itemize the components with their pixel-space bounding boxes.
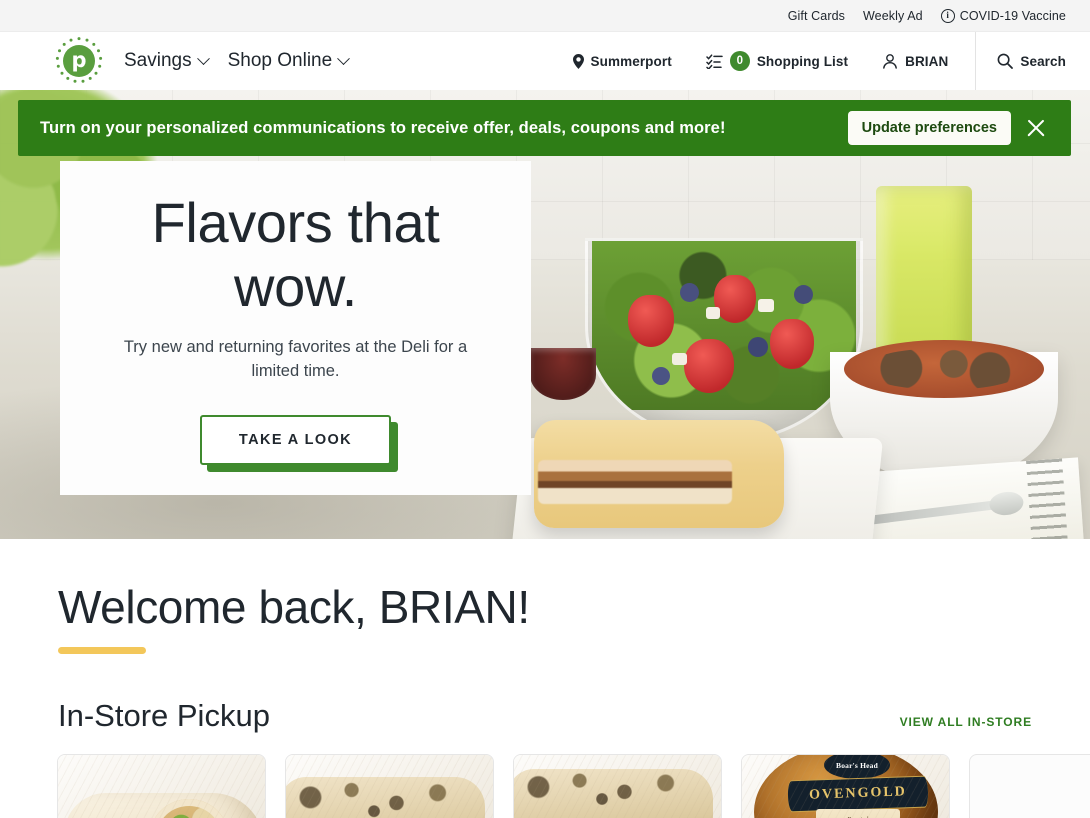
nav-divider xyxy=(975,32,977,90)
utility-link-covid-vaccine[interactable]: i COVID-19 Vaccine xyxy=(940,8,1066,23)
store-selector[interactable]: Summerport xyxy=(556,53,689,69)
welcome-greeting: Welcome back, BRIAN! xyxy=(58,581,530,633)
product-line-name: OVENGOLD xyxy=(808,784,908,803)
wrap-cross-section-art xyxy=(150,799,228,818)
blueberry xyxy=(794,285,813,304)
nav-menus: Savings Shop Online xyxy=(124,50,351,72)
turkey-breast-art: Boar's Head OVENGOLD Roasted Breast of T… xyxy=(754,755,938,818)
take-a-look-button[interactable]: TAKE A LOOK xyxy=(199,415,392,466)
user-icon xyxy=(883,54,898,69)
welcome-section: Welcome back, BRIAN! xyxy=(0,539,1090,655)
main-navigation: p Savings Shop Online Summerport 0 Shopp… xyxy=(0,32,1090,90)
account-name: BRIAN xyxy=(905,53,949,69)
search-label: Search xyxy=(1020,53,1066,69)
utility-link-gift-cards[interactable]: Gift Cards xyxy=(788,9,845,23)
product-card-next[interactable] xyxy=(969,754,1090,818)
dressing-cup-photo xyxy=(530,348,596,400)
hero-title: Flavors that wow. xyxy=(151,190,440,318)
product-card-italian-sub[interactable] xyxy=(285,754,494,818)
shopping-list-count-badge: 0 xyxy=(729,51,750,71)
shopping-list-label: Shopping List xyxy=(756,53,849,69)
product-card-boars-head-ovengold-turkey[interactable]: Boar's Head OVENGOLD Roasted Breast of T… xyxy=(741,754,950,818)
product-image: Boar's Head OVENGOLD Roasted Breast of T… xyxy=(742,755,949,818)
location-pin-icon xyxy=(572,53,584,69)
view-all-in-store-link[interactable]: VIEW ALL IN-STORE xyxy=(900,715,1032,734)
in-store-pickup-header: In-Store Pickup VIEW ALL IN-STORE xyxy=(0,698,1090,734)
tortilla-wrap-art xyxy=(64,793,264,818)
product-image xyxy=(58,755,265,818)
lemonade-glass-photo xyxy=(876,186,972,366)
list-icon xyxy=(706,53,723,69)
product-image xyxy=(970,755,1090,818)
logo-mark: p xyxy=(63,45,95,77)
logo-letter: p xyxy=(71,47,87,72)
soup-liquid xyxy=(844,340,1044,398)
search-icon xyxy=(997,53,1014,69)
section-title: In-Store Pickup xyxy=(58,698,270,734)
hero-subtitle: Try new and returning favorites at the D… xyxy=(123,338,468,380)
feta-crumble xyxy=(706,307,720,319)
nav-menu-label: Savings xyxy=(124,50,192,71)
in-store-pickup-card-row: Boar's Head OVENGOLD Roasted Breast of T… xyxy=(0,754,1090,818)
banner-message: Turn on your personalized communications… xyxy=(40,118,726,137)
hero-cta-wrapper: TAKE A LOOK xyxy=(199,415,399,473)
brand-name: Boar's Head xyxy=(836,760,878,770)
publix-logo[interactable]: p xyxy=(54,36,104,86)
nav-actions: Summerport 0 Shopping List BRIAN Search xyxy=(556,32,1090,90)
sub-roll-art xyxy=(286,777,485,818)
feta-crumble xyxy=(758,299,774,312)
nav-menu-savings[interactable]: Savings xyxy=(124,50,210,72)
store-name: Summerport xyxy=(590,53,672,69)
sub-filling xyxy=(538,460,732,504)
nav-menu-label: Shop Online xyxy=(227,50,333,71)
product-image xyxy=(286,755,493,818)
banner-actions: Update preferences xyxy=(847,111,1053,145)
close-icon[interactable] xyxy=(1023,115,1049,141)
blueberry xyxy=(680,283,699,302)
hero-text-card: Flavors that wow. Try new and returning … xyxy=(60,161,531,495)
product-image xyxy=(514,755,721,818)
napkin-stripe xyxy=(1026,458,1070,539)
update-preferences-button[interactable]: Update preferences xyxy=(847,111,1011,145)
boars-head-crest: Boar's Head xyxy=(824,755,890,780)
sub-roll-art xyxy=(514,769,713,818)
product-card-turkey-sub[interactable] xyxy=(513,754,722,818)
search-button[interactable]: Search xyxy=(980,53,1090,69)
strawberry xyxy=(628,295,674,347)
strawberry xyxy=(770,319,814,369)
shopping-list-button[interactable]: 0 Shopping List xyxy=(689,51,865,71)
utility-bar: Gift Cards Weekly Ad i COVID-19 Vaccine xyxy=(0,0,1090,32)
turkey-sub-photo xyxy=(534,420,784,528)
utility-link-label: Weekly Ad xyxy=(862,8,923,23)
nav-menu-shop-online[interactable]: Shop Online xyxy=(227,50,351,72)
strawberry xyxy=(684,339,734,393)
strawberry xyxy=(714,275,756,323)
product-label: Roasted Breast of Turkey xyxy=(816,809,900,818)
info-icon: i xyxy=(940,8,955,23)
account-button[interactable]: BRIAN xyxy=(865,53,965,69)
welcome-underline-accent xyxy=(58,647,146,655)
product-card-chicken-wrap[interactable] xyxy=(57,754,266,818)
utility-link-label: Gift Cards xyxy=(787,8,845,23)
hero-section: Flavors that wow. Try new and returning … xyxy=(0,90,1090,539)
chevron-down-icon xyxy=(337,51,351,65)
ovengold-band: OVENGOLD xyxy=(787,776,929,812)
personalized-communications-banner: Turn on your personalized communications… xyxy=(18,100,1071,156)
chevron-down-icon xyxy=(196,51,210,65)
feta-crumble xyxy=(672,353,687,365)
utility-link-label: COVID-19 Vaccine xyxy=(959,8,1066,23)
utility-link-weekly-ad[interactable]: Weekly Ad xyxy=(863,9,923,23)
blueberry xyxy=(652,367,670,385)
blueberry xyxy=(748,337,768,357)
